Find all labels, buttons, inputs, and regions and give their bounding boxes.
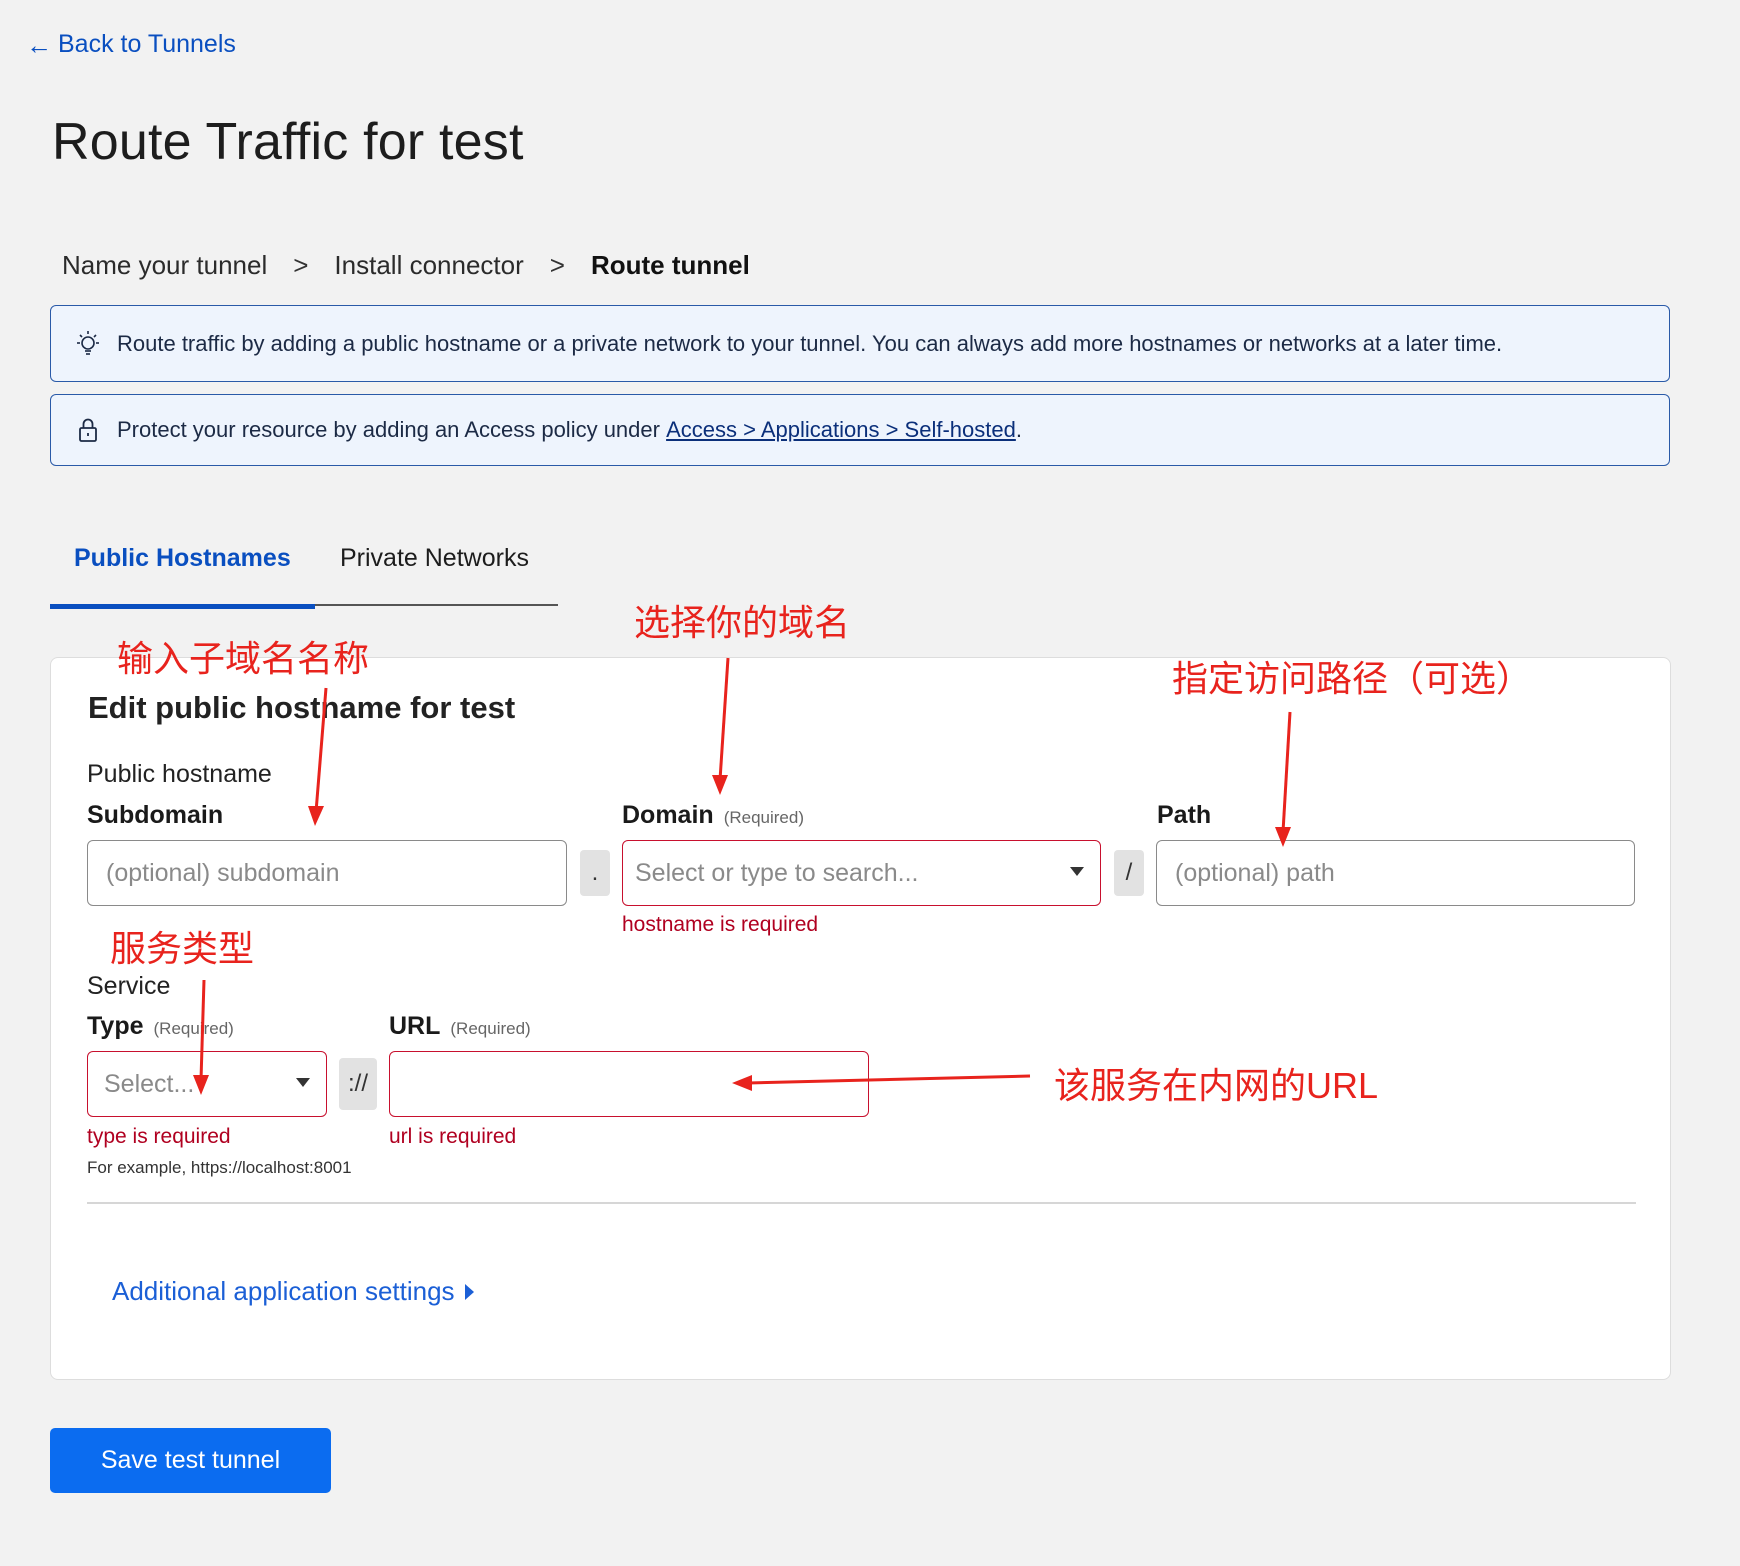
hostname-form-card	[50, 657, 1671, 1380]
annotation-subdomain: 输入子域名名称	[117, 638, 370, 679]
access-banner: Protect your resource by adding an Acces…	[50, 394, 1670, 466]
step-name-tunnel: Name your tunnel	[62, 250, 268, 280]
card-title: Edit public hostname for test	[88, 690, 516, 725]
annotation-url: 该服务在内网的URL	[1054, 1065, 1379, 1106]
path-input[interactable]: (optional) path	[1156, 840, 1635, 906]
subdomain-label: Subdomain	[87, 801, 224, 829]
step-route-tunnel: Route tunnel	[590, 250, 750, 280]
wizard-steps: Name your tunnel > Install connector > R…	[62, 250, 750, 281]
url-example-hint: For example, https://localhost:8001	[87, 1158, 352, 1177]
additional-settings-label: Additional application settings	[112, 1276, 455, 1306]
access-applications-link[interactable]: Access > Applications > Self-hosted	[666, 417, 1016, 443]
service-url-input[interactable]	[389, 1051, 869, 1117]
lock-icon	[71, 413, 105, 447]
active-tab-indicator	[50, 604, 315, 609]
path-placeholder: (optional) path	[1175, 858, 1335, 887]
tab-public-hostnames[interactable]: Public Hostnames	[74, 544, 291, 573]
domain-required-tag: (Required)	[723, 808, 804, 827]
chevron-down-icon	[1070, 867, 1084, 876]
step-separator: >	[293, 250, 309, 280]
access-banner-suffix: .	[1015, 417, 1022, 442]
domain-label-text: Domain	[622, 801, 714, 829]
public-hostname-section-label: Public hostname	[87, 760, 272, 788]
url-label-text: URL	[389, 1012, 441, 1040]
form-divider	[87, 1202, 1636, 1204]
chevron-down-icon	[296, 1078, 310, 1087]
type-placeholder: Select...	[104, 1069, 195, 1098]
path-label: Path	[1157, 801, 1212, 829]
slash-separator: /	[1114, 850, 1144, 896]
step-install-connector: Install connector	[334, 250, 524, 280]
service-type-select[interactable]: Select...	[87, 1051, 327, 1117]
type-label-text: Type	[87, 1012, 144, 1040]
type-required-tag: (Required)	[153, 1019, 234, 1038]
service-section-label: Service	[87, 972, 171, 1000]
domain-error: hostname is required	[622, 913, 819, 936]
annotation-path: 指定访问路径（可选）	[1172, 658, 1533, 699]
type-label: Type (Required)	[87, 1012, 234, 1041]
url-required-tag: (Required)	[450, 1019, 531, 1038]
arrow-left-icon: ←	[26, 29, 52, 60]
annotation-service-type: 服务类型	[110, 928, 255, 969]
back-link-label: Back to Tunnels	[58, 30, 236, 58]
dot-separator: .	[580, 850, 610, 896]
caret-right-icon	[464, 1283, 474, 1300]
save-tunnel-button[interactable]: Save test tunnel	[50, 1428, 331, 1493]
additional-settings-toggle[interactable]: Additional application settings	[112, 1276, 474, 1307]
domain-select[interactable]: Select or type to search...	[622, 840, 1101, 906]
tab-private-networks[interactable]: Private Networks	[340, 544, 529, 573]
step-separator: >	[549, 250, 565, 280]
page-title: Route Traffic for test	[52, 113, 524, 171]
info-banner: Route traffic by adding a public hostnam…	[50, 305, 1670, 382]
domain-label: Domain (Required)	[622, 801, 804, 830]
url-error: url is required	[389, 1125, 517, 1148]
info-banner-text: Route traffic by adding a public hostnam…	[117, 330, 1503, 356]
annotation-domain: 选择你的域名	[634, 602, 851, 643]
subdomain-input[interactable]: (optional) subdomain	[87, 840, 567, 906]
subdomain-placeholder: (optional) subdomain	[106, 858, 340, 887]
url-label: URL (Required)	[389, 1012, 531, 1041]
tab-bar: Public Hostnames Private Networks	[50, 530, 558, 609]
back-to-tunnels-link[interactable]: ← Back to Tunnels	[26, 30, 236, 59]
access-banner-prefix: Protect your resource by adding an Acces…	[117, 417, 667, 442]
domain-placeholder: Select or type to search...	[635, 858, 919, 887]
scheme-separator: ://	[339, 1058, 377, 1110]
lightbulb-icon	[71, 327, 105, 361]
type-error: type is required	[87, 1125, 231, 1148]
